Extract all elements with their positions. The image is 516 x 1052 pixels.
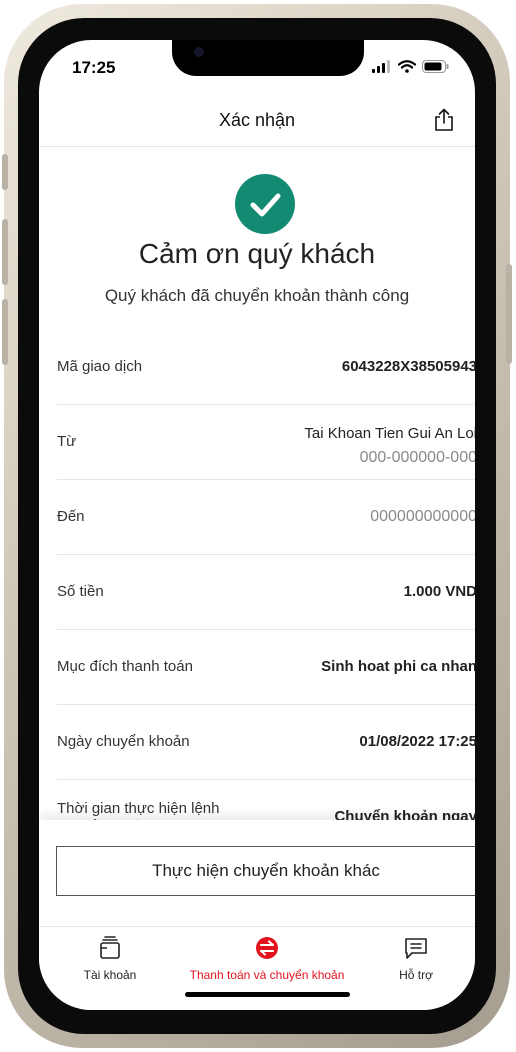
power-button	[506, 264, 512, 364]
detail-value: 1.000 VND	[403, 583, 475, 600]
status-icons	[372, 60, 449, 73]
tab-label: Thanh toán và chuyển khoản	[189, 968, 345, 982]
detail-value-account: 000-000000-000	[359, 449, 475, 466]
detail-row-transaction-id: Mã giao dịch 6043228X38505943	[57, 330, 475, 405]
home-indicator[interactable]	[185, 992, 350, 997]
volume-up-button	[2, 219, 8, 285]
notch	[172, 40, 364, 76]
detail-row-from: Từ Tai Khoan Tien Gui An Loi 000-000000-…	[57, 405, 475, 480]
status-bar: 17:25	[39, 40, 475, 100]
confirmation-subtitle: Quý khách đã chuyển khoản thành công	[104, 286, 410, 305]
detail-value: Sinh hoat phi ca nhan	[321, 658, 475, 675]
navigation-bar: Xác nhận	[39, 100, 475, 147]
tab-label: Tài khoản	[83, 968, 137, 982]
page-title: Xác nhận	[218, 110, 296, 130]
detail-label: Số tiền	[57, 583, 104, 600]
success-check-icon	[235, 174, 295, 234]
detail-label: Mục đích thanh toán	[57, 658, 193, 675]
camera	[194, 47, 204, 57]
wifi-icon	[398, 60, 416, 73]
bottom-sheet: Thực hiện chuyển khoản khác Tài khoản Th…	[39, 820, 475, 1010]
detail-label: Từ	[57, 433, 77, 450]
signal-icon	[372, 60, 390, 73]
detail-value: Tai Khoan Tien Gui An Loi	[304, 425, 475, 442]
status-time: 17:25	[72, 58, 116, 77]
transfer-icon	[256, 937, 278, 959]
detail-value: 01/08/2022 17:25	[359, 733, 475, 750]
detail-row-to: Đến 000000000000	[57, 480, 475, 555]
detail-row-purpose: Mục đích thanh toán Sinh hoat phi ca nha…	[57, 630, 475, 705]
tab-payments-transfers[interactable]: Thanh toán và chuyển khoản	[187, 935, 347, 982]
chat-icon	[405, 938, 427, 959]
screen: 17:25 Xác nhận Cảm ơn quý khách Quý khác…	[39, 40, 475, 1010]
detail-label: Ngày chuyển khoản	[57, 733, 190, 750]
confirmation-title: Cảm ơn quý khách	[138, 238, 376, 269]
detail-value: 000000000000	[370, 508, 475, 525]
detail-label: Mã giao dịch	[57, 358, 143, 375]
new-transfer-button[interactable]: Thực hiện chuyển khoản khác	[56, 846, 475, 896]
tab-accounts[interactable]: Tài khoản	[73, 935, 147, 982]
tab-bar: Tài khoản Thanh toán và chuyển khoản Hỗ …	[39, 926, 475, 985]
battery-icon	[422, 60, 449, 73]
tab-label: Hỗ trợ	[399, 968, 433, 982]
detail-label: Đến	[57, 508, 85, 525]
tab-support[interactable]: Hỗ trợ	[385, 935, 447, 982]
detail-row-amount: Số tiền 1.000 VND	[57, 555, 475, 630]
silent-switch	[2, 154, 8, 190]
detail-row-date: Ngày chuyển khoản 01/08/2022 17:25	[57, 705, 475, 780]
transaction-details: Mã giao dịch 6043228X38505943 Từ Tai Kho…	[57, 330, 475, 854]
volume-down-button	[2, 299, 8, 365]
share-icon[interactable]	[433, 108, 455, 132]
detail-value: 6043228X38505943	[341, 358, 475, 375]
wallet-icon	[100, 936, 120, 959]
